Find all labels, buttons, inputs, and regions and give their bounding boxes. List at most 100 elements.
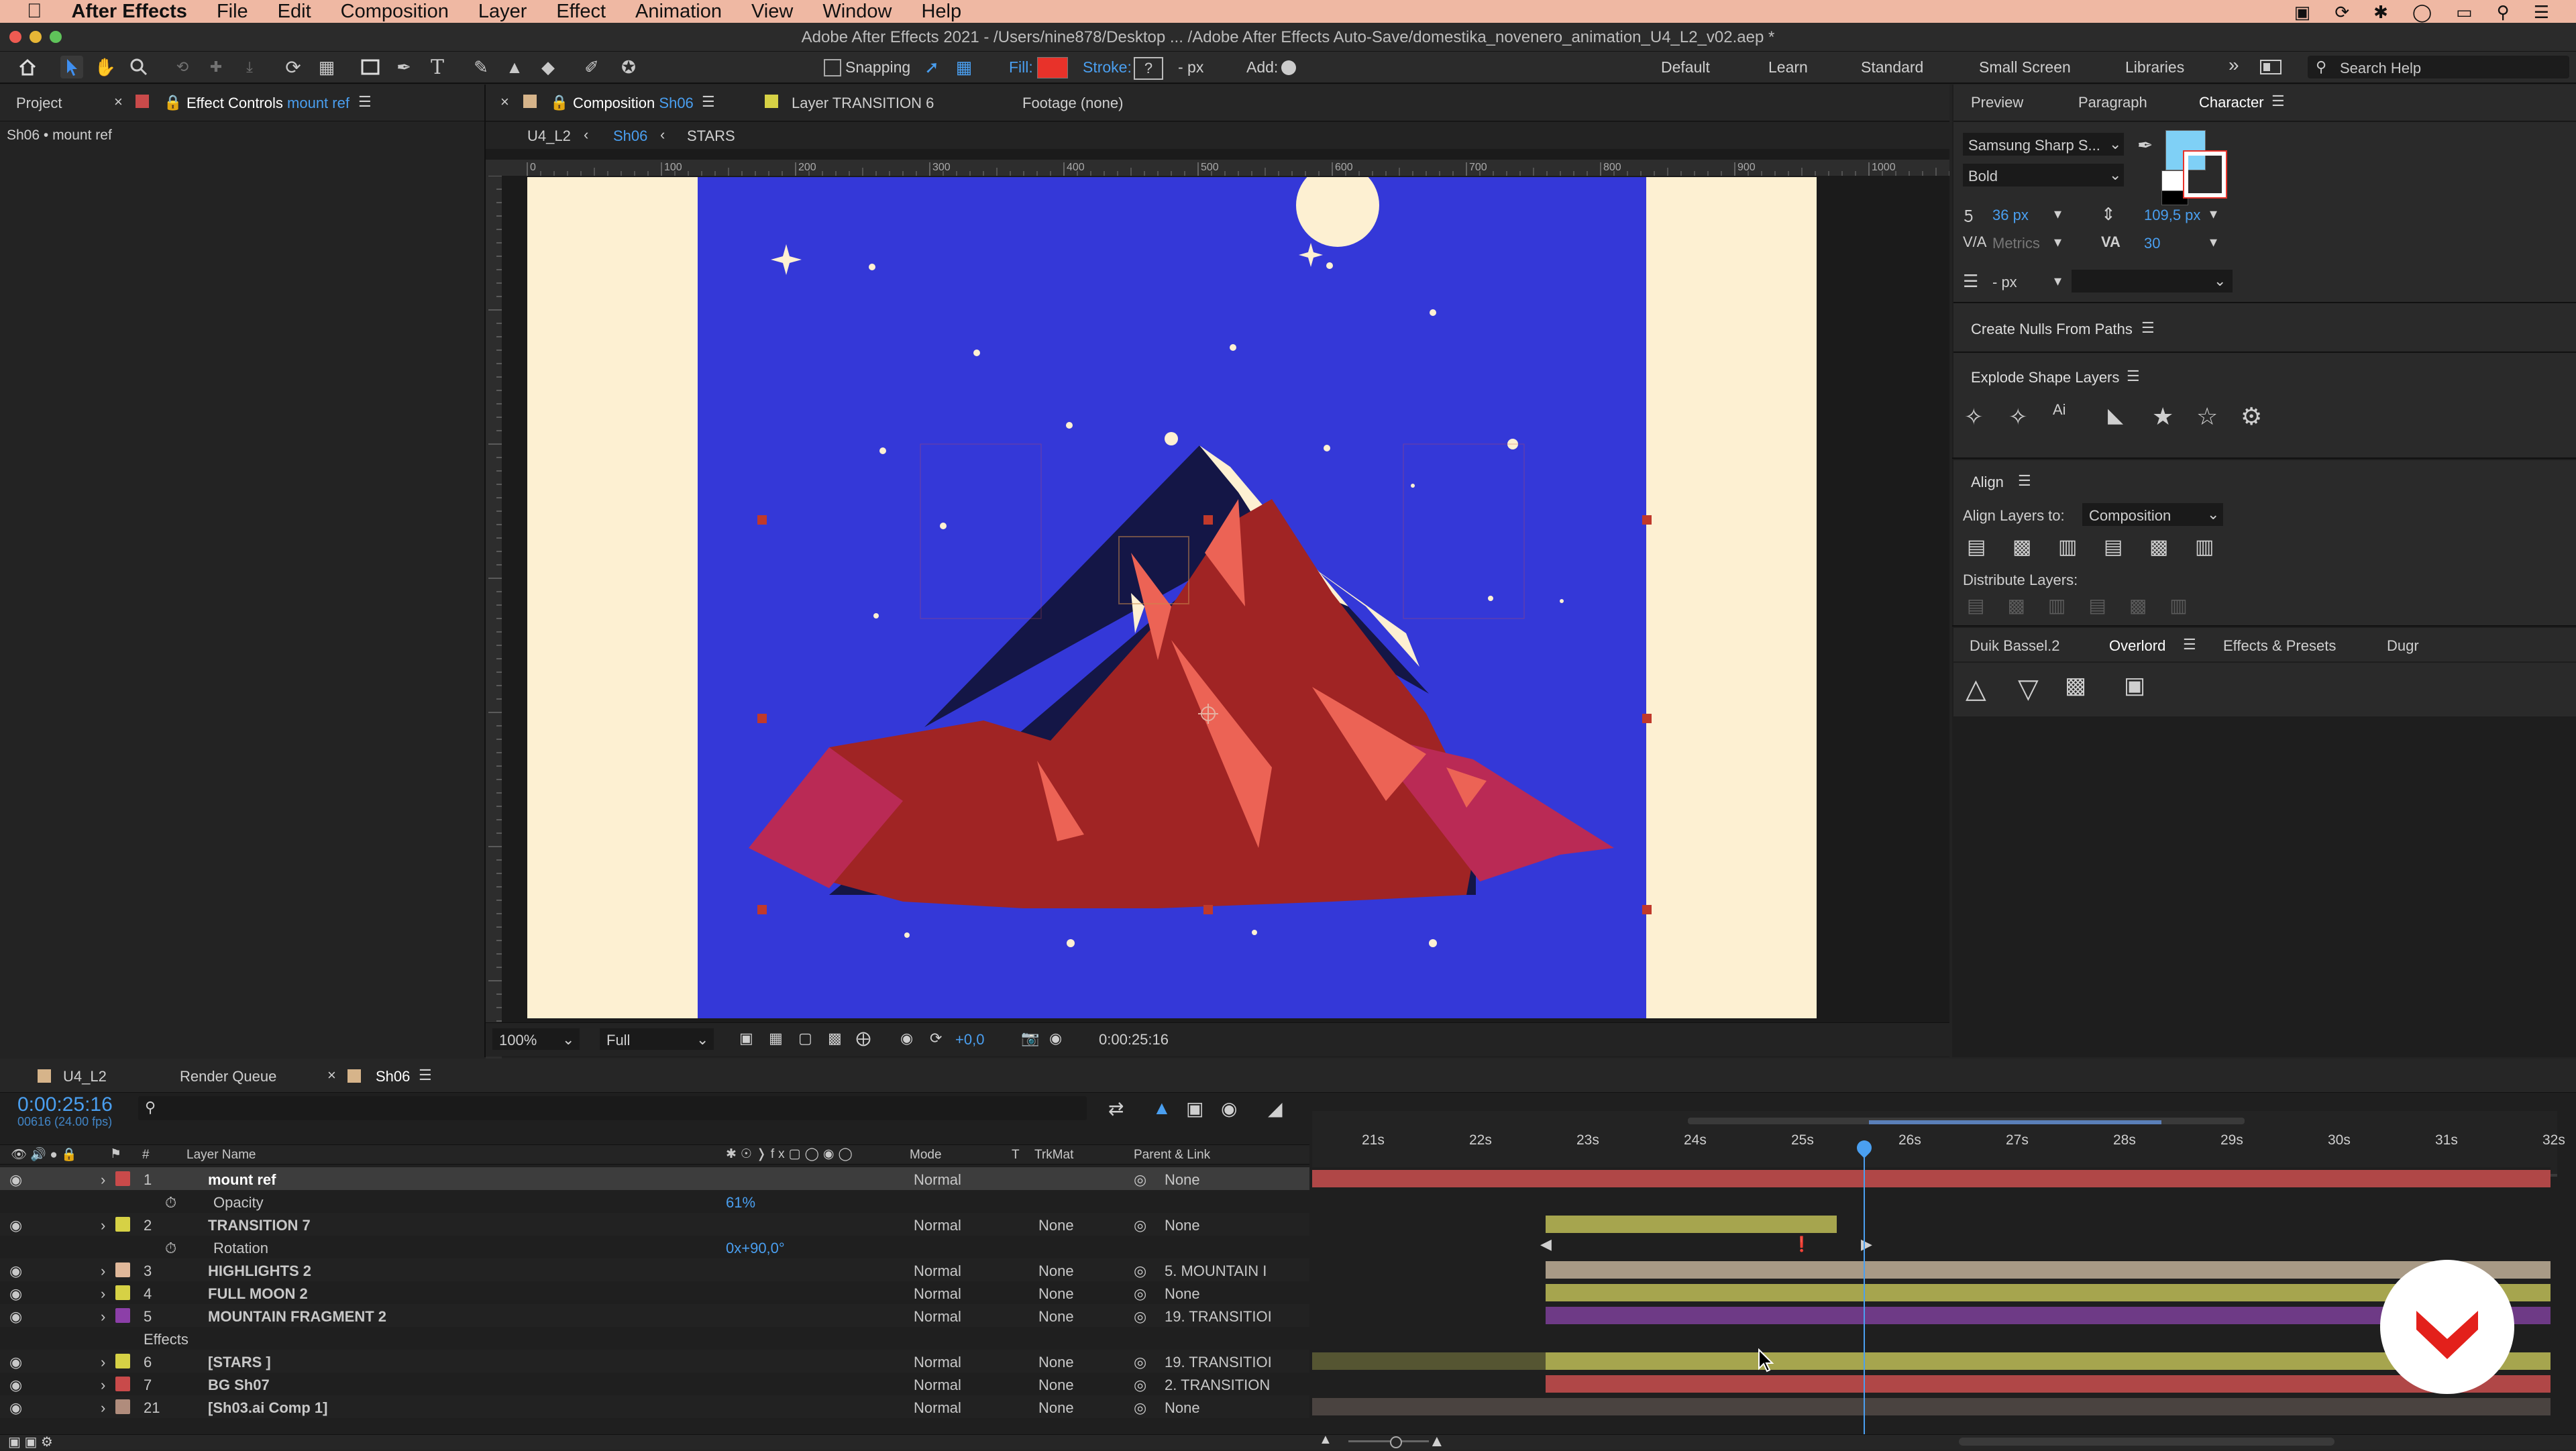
layer-label-color[interactable] <box>115 1354 130 1368</box>
tab-project[interactable]: Project <box>16 95 62 112</box>
pick-whip-icon[interactable]: ◎ <box>1134 1262 1146 1280</box>
search-help-field[interactable]: ⚲ Search Help <box>2308 56 2569 78</box>
layer-label-color[interactable] <box>115 1399 130 1414</box>
horizontal-ruler[interactable]: 0100200300400500600700800900100011001200… <box>486 160 2567 176</box>
align-layers-to-dropdown[interactable]: Composition ⌄ <box>2082 503 2223 526</box>
sync-icon[interactable]: ⟳ <box>2334 2 2349 23</box>
breadcrumb-stars[interactable]: STARS <box>687 127 735 145</box>
property-row[interactable]: Rotation ⏱ 0x+90,0° <box>0 1236 1309 1258</box>
align-left-icon[interactable]: ▤ <box>1967 535 1986 559</box>
viewer-timecode[interactable]: 0:00:25:16 <box>1099 1031 1169 1049</box>
anchor-point-tool-icon[interactable]: ▦ <box>315 56 338 78</box>
close-tab-icon[interactable]: × <box>114 93 123 111</box>
stroke-style-dropdown[interactable]: ⌄ <box>2072 270 2233 292</box>
close-comp-tab-icon[interactable]: × <box>500 93 509 111</box>
playhead-line[interactable] <box>1864 1152 1865 1434</box>
layer-search-field[interactable]: ⚲ <box>138 1096 1087 1120</box>
keyframe-icon[interactable]: ◀ <box>1540 1236 1552 1253</box>
workspace-standard[interactable]: Standard <box>1861 58 1923 76</box>
menu-animation[interactable]: Animation <box>635 1 722 23</box>
layer-row[interactable]: ◉ › 21 [Sh03.ai Comp 1] Normal None None ◎ <box>0 1395 1309 1418</box>
leading-value[interactable]: 109,5 px <box>2144 207 2200 224</box>
property-value[interactable]: 0x+90,0° <box>726 1240 785 1257</box>
tab-render-queue[interactable]: Render Queue <box>180 1068 276 1085</box>
visibility-eye-icon[interactable]: ◉ <box>9 1262 22 1280</box>
layer-name[interactable]: FULL MOON 2 <box>208 1285 308 1303</box>
trkmat-dropdown[interactable]: None <box>1038 1308 1074 1326</box>
chevron-down-icon[interactable]: ▾ <box>2054 205 2061 223</box>
blend-mode-dropdown[interactable]: Normal <box>914 1171 961 1189</box>
zoom-slider[interactable] <box>1348 1440 1429 1442</box>
align-menu-icon[interactable]: ☰ <box>2018 472 2031 490</box>
brush-tool-icon[interactable]: ✎ <box>470 56 492 78</box>
menu-composition[interactable]: Composition <box>341 1 449 23</box>
grid-guides-icon[interactable]: ⨁ <box>856 1030 871 1047</box>
align-v-center-icon[interactable]: ▩ <box>2149 535 2168 559</box>
eraser-tool-icon[interactable]: ◆ <box>537 56 559 78</box>
add-property-button[interactable] <box>1281 60 1296 75</box>
layer-row[interactable]: ◉ › 1 mount ref Normal None ◎ <box>0 1167 1309 1190</box>
parent-dropdown[interactable]: None <box>1165 1285 1200 1303</box>
chevron-down-icon[interactable]: ▾ <box>2210 233 2217 251</box>
col-layer-name[interactable]: Layer Name <box>186 1148 256 1163</box>
pick-whip-icon[interactable]: ◎ <box>1134 1354 1146 1371</box>
overlord-menu-icon[interactable]: ☰ <box>2183 636 2196 653</box>
breadcrumb-sh06[interactable]: Sh06 <box>613 127 647 145</box>
blend-mode-dropdown[interactable]: Normal <box>914 1308 961 1326</box>
pick-whip-icon[interactable]: ◎ <box>1134 1217 1146 1234</box>
orbit-tool-icon[interactable]: ⟲ <box>171 56 194 78</box>
keyframe-icon[interactable]: ▶ <box>1861 1236 1872 1253</box>
comp-canvas[interactable] <box>527 177 1817 1018</box>
align-bottom-icon[interactable]: ▥ <box>2195 535 2214 559</box>
layer-name[interactable]: [Sh03.ai Comp 1] <box>208 1399 327 1417</box>
graph-editor-icon[interactable]: ◢ <box>1268 1097 1283 1120</box>
hand-tool-icon[interactable]: ✋ <box>94 56 117 78</box>
dolly-tool-icon[interactable]: ⤓ <box>238 56 261 78</box>
layer-row[interactable]: ◉ › 5 MOUNTAIN FRAGMENT 2 Normal None 19. TRAN… <box>0 1304 1309 1327</box>
tab-character[interactable]: Character <box>2199 94 2264 111</box>
pick-whip-icon[interactable]: ◎ <box>1134 1285 1146 1303</box>
visibility-eye-icon[interactable]: ◉ <box>9 1217 22 1234</box>
trkmat-dropdown[interactable]: None <box>1038 1377 1074 1394</box>
control-center-icon[interactable]: ☰ <box>2534 2 2549 23</box>
clone-stamp-tool-icon[interactable]: ▲ <box>503 56 526 78</box>
comp-lock-icon[interactable]: 🔒 <box>550 94 568 111</box>
bluetooth-icon[interactable]: ✱ <box>2373 2 2388 23</box>
resolution-dropdown[interactable]: Full ⌄ <box>600 1028 714 1050</box>
blend-mode-dropdown[interactable]: Normal <box>914 1285 961 1303</box>
roto-brush-tool-icon[interactable]: ✐ <box>580 56 603 78</box>
shy-layers-icon[interactable]: ▲ <box>1152 1097 1171 1119</box>
tab-effect-controls[interactable]: Effect Controls mount ref <box>186 95 350 112</box>
layer-label-color[interactable] <box>115 1285 130 1300</box>
zoom-slider-handle[interactable] <box>1390 1436 1402 1448</box>
twirl-chevron-icon[interactable]: › <box>101 1262 105 1280</box>
workspace-layout-icon[interactable] <box>2259 56 2282 78</box>
tab-footage[interactable]: Footage (none) <box>1022 95 1123 112</box>
timeline-menu-icon[interactable]: ☰ <box>419 1067 432 1084</box>
kerning-value[interactable]: Metrics <box>1992 235 2040 252</box>
parent-dropdown[interactable]: None <box>1165 1171 1200 1189</box>
menu-app[interactable]: After Effects <box>72 1 187 23</box>
parent-dropdown[interactable]: None <box>1165 1399 1200 1417</box>
menu-file[interactable]: File <box>217 1 248 23</box>
star-outline-icon[interactable]: ☆ <box>2196 402 2218 431</box>
layer-label-color[interactable] <box>115 1308 130 1323</box>
show-snapshot-icon[interactable]: ◉ <box>1049 1030 1062 1047</box>
trkmat-dropdown[interactable]: None <box>1038 1399 1074 1417</box>
layer-row[interactable]: ◉ › 4 FULL MOON 2 Normal None None ◎ <box>0 1281 1309 1304</box>
visibility-eye-icon[interactable]: ◉ <box>9 1308 22 1326</box>
stroke-width-char-value[interactable]: - px <box>1992 274 2017 291</box>
snap-edges-icon[interactable]: ➚ <box>920 56 943 78</box>
rectangle-tool-icon[interactable] <box>359 56 382 78</box>
workspace-libraries[interactable]: Libraries <box>2125 58 2184 76</box>
distribute-icons[interactable]: ▤▩▥▤▩▥ <box>1967 594 2210 616</box>
align-right-icon[interactable]: ▥ <box>2058 535 2077 559</box>
parent-dropdown[interactable]: 5. MOUNTAIN I <box>1165 1262 1267 1280</box>
twirl-chevron-icon[interactable]: › <box>101 1377 105 1394</box>
mask-visibility-icon[interactable]: ▢ <box>798 1030 812 1047</box>
track-bar-mount-ref[interactable] <box>1312 1170 2551 1187</box>
workspace-default[interactable]: Default <box>1661 58 1710 76</box>
font-size-value[interactable]: 36 px <box>1992 207 2029 224</box>
tracking-value[interactable]: 30 <box>2144 235 2160 252</box>
pick-whip-icon[interactable]: ◎ <box>1134 1377 1146 1394</box>
